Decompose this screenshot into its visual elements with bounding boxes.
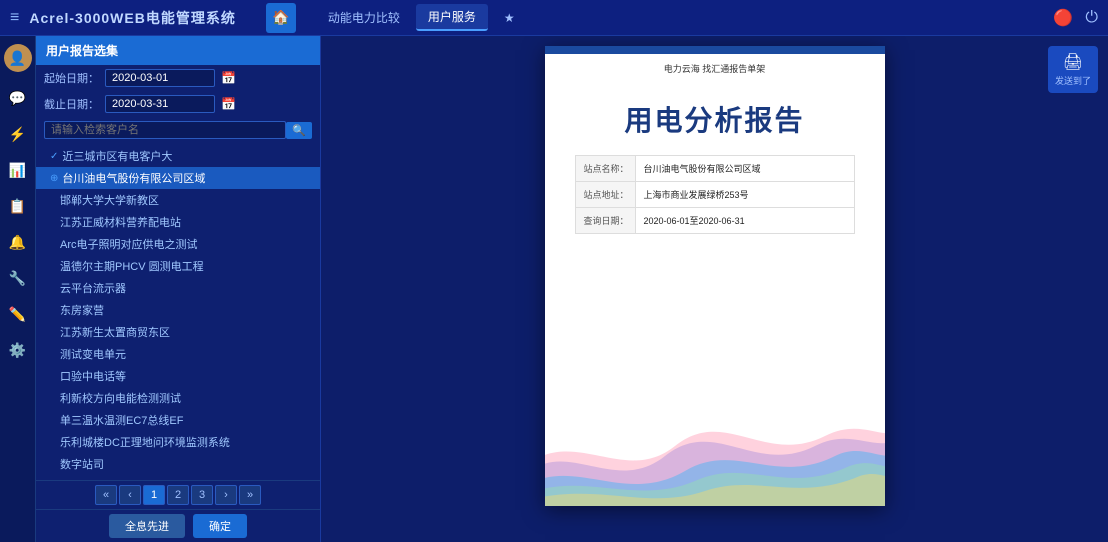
end-date-label: 截止日期： [44,96,99,112]
main-layout: 👤 💬 ⚡ 📊 📋 🔔 🔧 ✏️ ⚙️ 用户报告选集 起始日期： 📅 截止日期：… [0,36,1108,542]
sidebar-icon-chart[interactable]: 📊 [4,156,32,184]
report-value-date: 2020-06-01至2020-06-31 [636,208,854,233]
search-row: 🔍 [36,117,320,143]
topbar-right: 🔴 ⏻ [1053,8,1098,28]
search-input[interactable] [44,121,286,139]
print-icon[interactable]: 🖨 [1063,52,1083,72]
sidebar-icon-wrench[interactable]: 🔧 [4,264,32,292]
left-panel-header: 用户报告选集 [36,36,320,65]
avatar[interactable]: 👤 [4,44,32,72]
list-item[interactable]: 数字站司 [36,453,320,475]
sidebar-icon-edit[interactable]: ✏️ [4,300,32,328]
sidebar-icon-config[interactable]: ⚙️ [4,336,32,364]
power-icon[interactable]: ⏻ [1085,9,1098,27]
home-button[interactable]: 🏠 [266,3,296,33]
end-date-row: 截止日期： 📅 [36,91,320,117]
report-info-row: 站点地址： 上海市商业发展绿桥253号 [576,182,854,208]
notification-icon[interactable]: 🔴 [1053,8,1073,28]
page-first-button[interactable]: « [95,485,117,505]
list-item[interactable]: ⊕ 台川油电气股份有限公司区域 [36,167,320,189]
right-float-panel: 🖨 发送到了 [1048,46,1098,93]
wave-decoration [545,386,885,506]
search-button[interactable]: 🔍 [286,122,312,139]
pagination: « ‹ 1 2 3 › » [36,480,320,509]
report-preview: 电力云海 找汇通报告单架 用电分析报告 站点名称： 台川油电气股份有限公司区域 … [545,46,885,506]
report-label-name: 站点名称： [576,156,636,181]
report-title: 用电分析报告 [545,79,885,155]
start-date-label: 起始日期： [44,70,99,86]
full-select-button[interactable]: 全息先进 [109,514,185,538]
report-value-address: 上海市商业发展绿桥253号 [636,182,854,207]
report-label-date: 查询日期： [576,208,636,233]
left-panel: 用户报告选集 起始日期： 📅 截止日期： 📅 🔍 ✓ 近三城市区有电客户大 ⊕ [36,36,321,542]
nav-item-star[interactable]: ★ [492,7,527,29]
tree-list: ✓ 近三城市区有电客户大 ⊕ 台川油电气股份有限公司区域 邯郸大学大学新教区 江… [36,143,320,480]
menu-icon[interactable]: ≡ [10,9,19,27]
app-title: Acrel-3000WEB电能管理系统 [29,8,236,28]
list-item[interactable]: 乐利城楼DC正理地问环境监测系统 [36,431,320,453]
report-value-name: 台川油电气股份有限公司区域 [636,156,854,181]
start-date-row: 起始日期： 📅 [36,65,320,91]
page-1-button[interactable]: 1 [143,485,165,505]
report-info-row: 查询日期： 2020-06-01至2020-06-31 [576,208,854,233]
nav-item-energy[interactable]: 动能电力比较 [316,5,412,30]
sidebar-icon-message[interactable]: 💬 [4,84,32,112]
page-last-button[interactable]: » [239,485,261,505]
page-prev-button[interactable]: ‹ [119,485,141,505]
report-label-address: 站点地址： [576,182,636,207]
start-date-calendar-icon[interactable]: 📅 [221,71,236,85]
page-3-button[interactable]: 3 [191,485,213,505]
action-row: 全息先进 确定 [36,509,320,542]
nav-item-user-service[interactable]: 用户服务 [416,4,488,31]
list-item[interactable]: 邯郸大学大学新教区 [36,189,320,211]
end-date-calendar-icon[interactable]: 📅 [221,97,236,111]
report-info-table: 站点名称： 台川油电气股份有限公司区域 站点地址： 上海市商业发展绿桥253号 … [575,155,855,234]
list-item[interactable]: 东房家营 [36,299,320,321]
list-item[interactable]: 温德尔主期PHCV 圆测电工程 [36,255,320,277]
list-item[interactable]: 口验中电话等 [36,365,320,387]
list-item[interactable]: 江苏正威材料营养配电站 [36,211,320,233]
page-2-button[interactable]: 2 [167,485,189,505]
start-date-input[interactable] [105,69,215,87]
topbar: ≡ Acrel-3000WEB电能管理系统 🏠 动能电力比较 用户服务 ★ 🔴 … [0,0,1108,36]
sidebar-icons: 👤 💬 ⚡ 📊 📋 🔔 🔧 ✏️ ⚙️ [0,36,36,542]
report-subtitle: 电力云海 找汇通报告单架 [545,54,885,79]
sidebar-icon-report[interactable]: 📋 [4,192,32,220]
list-item[interactable]: 测试变电单元 [36,343,320,365]
content-area: 电力云海 找汇通报告单架 用电分析报告 站点名称： 台川油电气股份有限公司区域 … [321,36,1108,542]
list-item[interactable]: ✓ 近三城市区有电客户大 [36,145,320,167]
report-top-bar [545,46,885,54]
confirm-button[interactable]: 确定 [193,514,247,538]
end-date-input[interactable] [105,95,215,113]
topbar-nav: 动能电力比较 用户服务 ★ [316,4,1054,31]
list-item[interactable]: 利新校方向电能检测测试 [36,387,320,409]
list-item[interactable]: 江苏新生太置商贸东区 [36,321,320,343]
list-item[interactable]: Arc电子照明对应供电之测试 [36,233,320,255]
sidebar-icon-energy[interactable]: ⚡ [4,120,32,148]
float-panel-label: 发送到了 [1055,76,1091,87]
report-info-row: 站点名称： 台川油电气股份有限公司区域 [576,156,854,182]
list-item[interactable]: 单三温水温测EC7总线EF [36,409,320,431]
page-next-button[interactable]: › [215,485,237,505]
list-item[interactable]: 云平台流示器 [36,277,320,299]
sidebar-icon-alarm[interactable]: 🔔 [4,228,32,256]
